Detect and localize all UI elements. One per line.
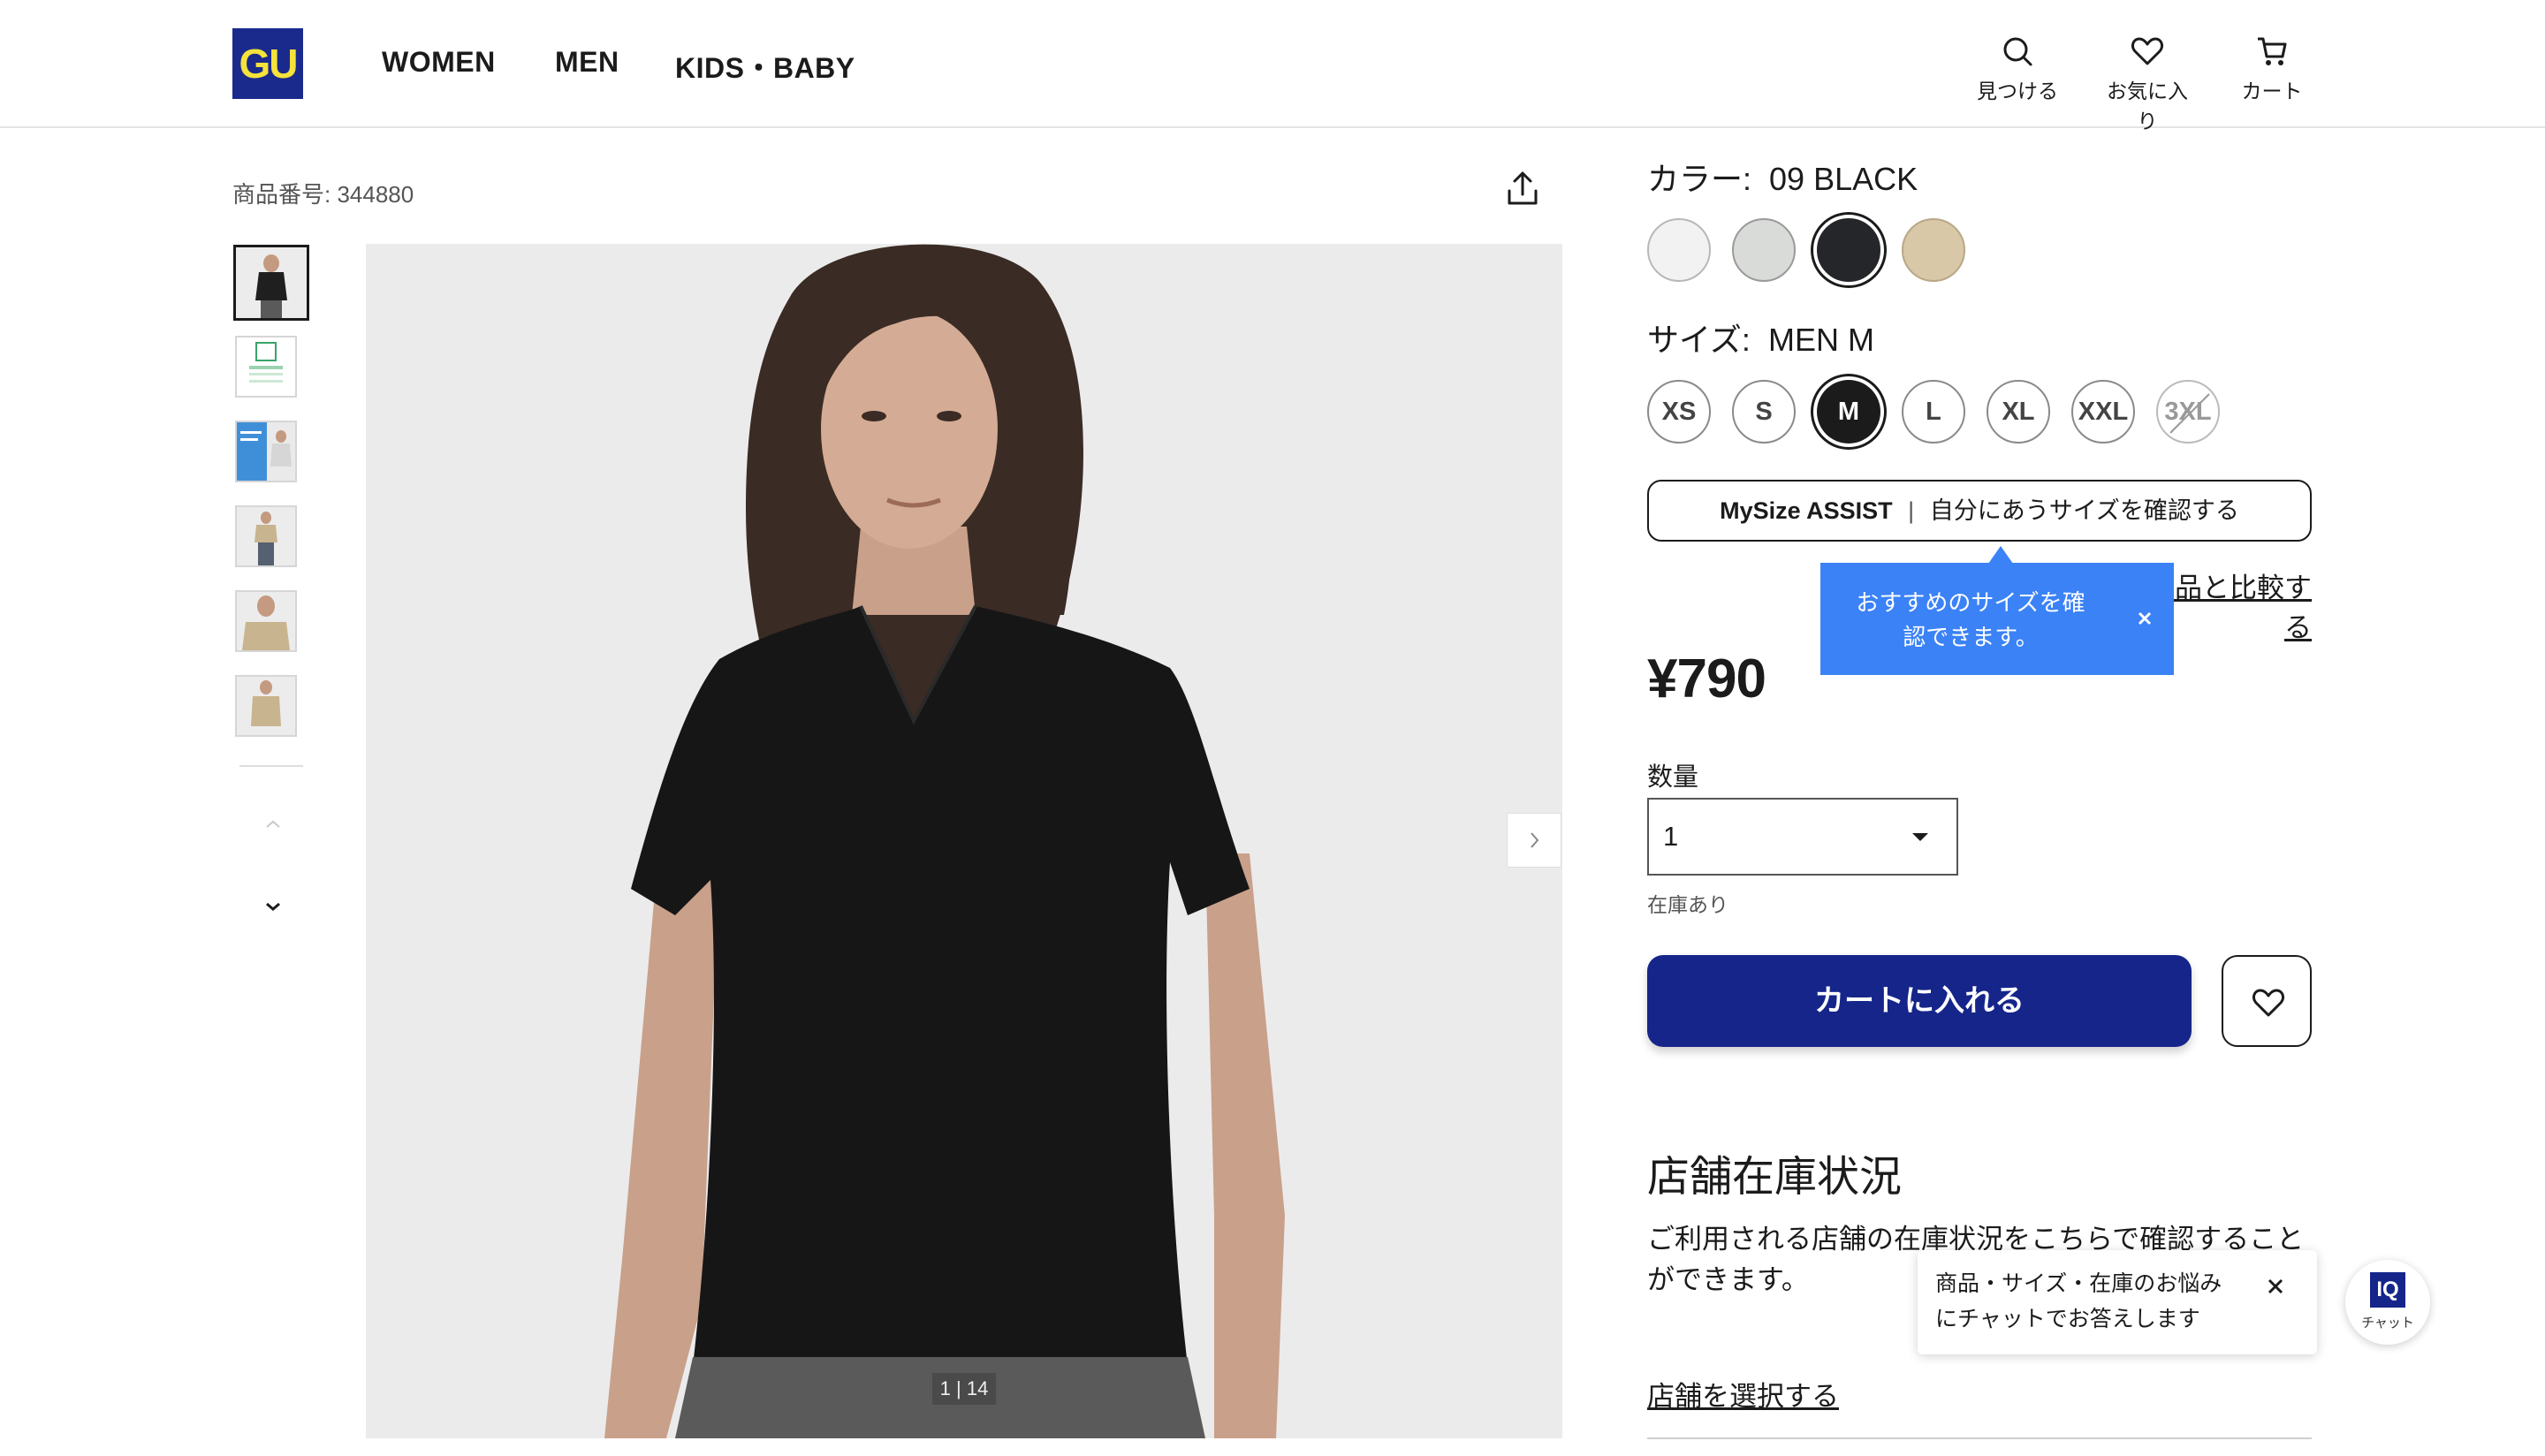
image-next-button[interactable] — [1507, 813, 1561, 868]
mysize-assist-button[interactable]: MySize ASSIST | 自分にあうサイズを確認する — [1647, 480, 2312, 542]
thumbnail-6[interactable] — [235, 675, 297, 737]
chevron-right-icon — [1531, 832, 1539, 848]
share-icon — [1508, 171, 1538, 205]
thumbnail-down-button[interactable] — [260, 898, 286, 915]
thumbnail-divider — [239, 765, 303, 767]
nav-women[interactable]: WOMEN — [382, 46, 496, 79]
chevron-up-icon — [266, 820, 280, 828]
stock-status: 在庫あり — [1647, 893, 1728, 916]
tooltip-text: おすすめのサイズを確 認できます。 — [1820, 586, 2121, 655]
size-option-m[interactable]: M — [1817, 380, 1880, 444]
tooltip-line-2: 認できます。 — [1903, 624, 2039, 650]
thumbnail-3[interactable] — [235, 421, 297, 482]
thumbnail-4[interactable] — [235, 505, 297, 567]
cart-button[interactable]: カート — [2223, 34, 2321, 104]
product-photo — [366, 244, 1562, 1438]
mysize-brand: MySize ASSIST — [1720, 497, 1893, 524]
thumbnail-image — [237, 337, 295, 396]
main-product-image[interactable] — [366, 244, 1562, 1438]
color-swatch-white[interactable] — [1647, 218, 1711, 282]
iq-badge: IQ — [2370, 1272, 2405, 1308]
close-icon — [2268, 1278, 2283, 1294]
section-divider — [1647, 1437, 2312, 1439]
chat-launcher-button[interactable]: IQ チャット — [2345, 1260, 2430, 1345]
size-option-3xl-unavailable[interactable]: 3XL — [2156, 380, 2220, 444]
chat-line-1: 商品・サイズ・在庫のお悩み — [1935, 1271, 2222, 1296]
heart-icon — [2253, 989, 2284, 1017]
mysize-text: 自分にあうサイズを確認する — [1929, 497, 2239, 524]
color-label-text: カラー: — [1647, 161, 1752, 197]
unavailable-slash-icon — [2169, 393, 2210, 434]
quantity-select[interactable]: 1 — [1647, 798, 1958, 876]
heart-icon — [2131, 37, 2163, 65]
size-option-xl[interactable]: XL — [1987, 380, 2050, 444]
size-label: サイズ: MEN M — [1647, 315, 1874, 360]
nav-men[interactable]: MEN — [555, 46, 619, 79]
nav-kids-baby[interactable]: KIDS・BABY — [675, 46, 855, 87]
product-price: ¥790 — [1647, 648, 1766, 709]
chevron-down-icon — [266, 902, 280, 911]
add-to-cart-button[interactable]: カートに入れる — [1647, 955, 2192, 1047]
thumbnail-image — [237, 507, 295, 565]
chat-launcher-label: チャット — [2361, 1316, 2414, 1331]
select-store-link[interactable]: 店舗を選択する — [1647, 1374, 1839, 1414]
chat-line-2: にチャットでお答えします — [1935, 1307, 2200, 1331]
tooltip-line-1: おすすめのサイズを確 — [1856, 589, 2085, 616]
add-to-favorites-button[interactable] — [2222, 955, 2312, 1047]
size-label-text: サイズ: — [1647, 322, 1751, 358]
size-option-xxl[interactable]: XXL — [2071, 380, 2135, 444]
chat-prompt-bubble: 商品・サイズ・在庫のお悩み にチャットでお答えします — [1918, 1250, 2317, 1354]
thumbnail-image — [237, 592, 295, 650]
search-button[interactable]: 見つける — [1969, 34, 2066, 104]
thumbnail-up-button[interactable] — [260, 815, 286, 832]
size-tooltip: おすすめのサイズを確 認できます。 — [1820, 563, 2174, 675]
tooltip-arrow — [1988, 546, 2013, 564]
size-option-s[interactable]: S — [1732, 380, 1796, 444]
close-icon — [2138, 611, 2152, 626]
cart-label: カート — [2241, 80, 2303, 102]
tooltip-close-button[interactable] — [2131, 605, 2158, 632]
thumbnail-1[interactable] — [233, 245, 309, 321]
quantity-value: 1 — [1663, 821, 1679, 852]
thumbnail-image — [237, 422, 295, 481]
search-icon — [2003, 37, 2032, 66]
mysize-separator: | — [1908, 497, 1915, 524]
store-stock-title: 店舗在庫状況 — [1647, 1154, 1903, 1201]
size-option-l[interactable]: L — [1902, 380, 1965, 444]
caret-down-icon — [1912, 833, 1928, 841]
thumbnail-2[interactable] — [235, 336, 297, 398]
product-number: 商品番号: 344880 — [232, 181, 414, 208]
color-selected-value: 09 BLACK — [1769, 161, 1918, 197]
thumbnail-image — [236, 247, 307, 318]
quantity-label: 数量 — [1647, 763, 1699, 792]
chat-close-button[interactable] — [2262, 1273, 2289, 1300]
share-button[interactable] — [1504, 170, 1541, 209]
color-swatch-beige[interactable] — [1902, 218, 1965, 282]
search-label: 見つける — [1977, 80, 2058, 102]
site-header: GU WOMEN MEN KIDS・BABY 見つける お気に入り カート — [0, 0, 2545, 133]
thumbnail-5[interactable] — [235, 590, 297, 652]
cart-icon — [2258, 37, 2287, 65]
image-counter: 1 | 14 — [932, 1373, 996, 1405]
thumbnail-image — [237, 677, 295, 735]
favorites-button[interactable]: お気に入り — [2099, 34, 2196, 134]
color-swatch-gray[interactable] — [1732, 218, 1796, 282]
size-selected-value: MEN M — [1767, 322, 1874, 358]
gu-logo[interactable]: GU — [232, 28, 303, 99]
color-swatch-black[interactable] — [1813, 215, 1884, 285]
favorites-label: お気に入り — [2107, 80, 2188, 133]
size-option-xs[interactable]: XS — [1647, 380, 1711, 444]
chat-prompt-text: 商品・サイズ・在庫のお悩み にチャットでお答えします — [1935, 1266, 2222, 1337]
color-label: カラー: 09 BLACK — [1647, 154, 1918, 200]
